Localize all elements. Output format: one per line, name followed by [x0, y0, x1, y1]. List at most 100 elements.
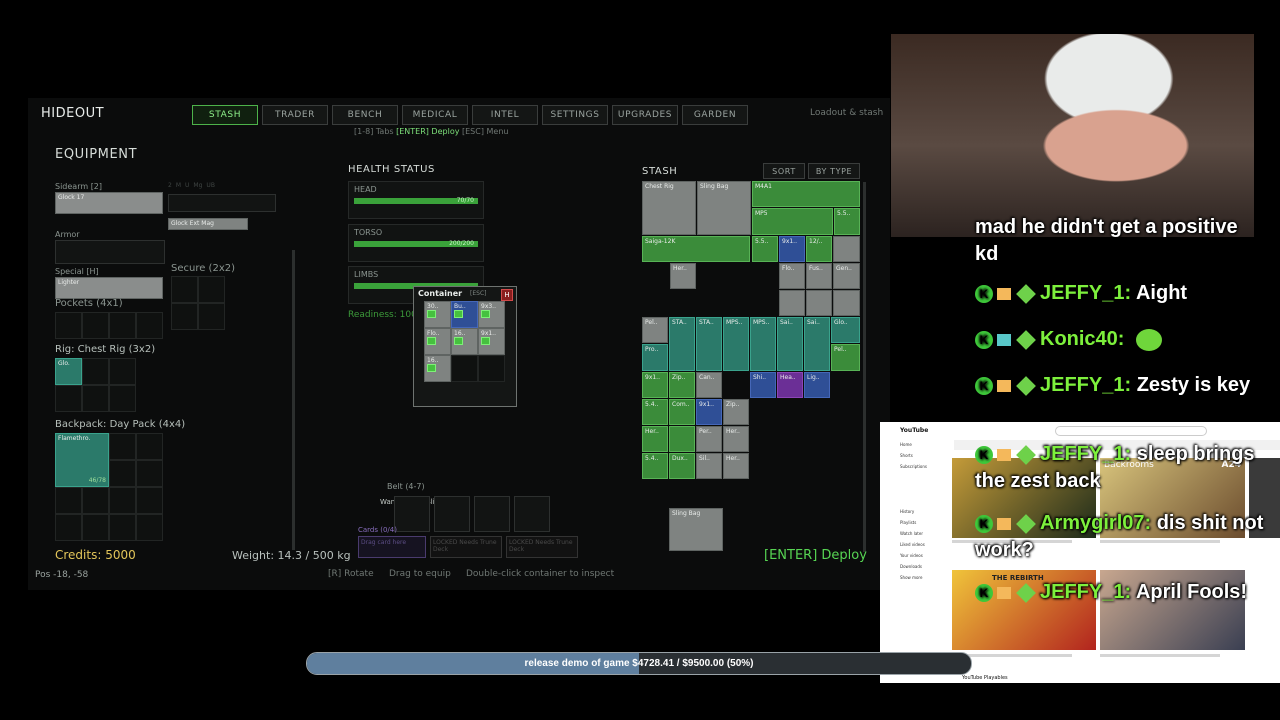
stash-item[interactable]: 5.4..: [642, 453, 668, 479]
mag-slots[interactable]: [168, 194, 276, 212]
container-grid[interactable]: 30.. Bu.. 9x3.. Flo.. 16.. 9x1.. 16..: [424, 301, 505, 382]
stash-item[interactable]: Com..: [669, 399, 695, 425]
stash-item[interactable]: Can..: [696, 372, 722, 398]
yt-sidebar-item[interactable]: Shorts: [900, 453, 950, 458]
yt-sidebar-item[interactable]: Home: [900, 442, 950, 447]
stash-item[interactable]: 9x1..: [779, 236, 805, 262]
container-item[interactable]: 9x3..: [478, 301, 505, 328]
rig-item[interactable]: Glo.: [55, 358, 82, 385]
gift-badge-icon: [997, 448, 1011, 461]
stash-item[interactable]: STA..: [696, 317, 722, 371]
stash-item[interactable]: Her..: [723, 426, 749, 452]
stash-item[interactable]: Glo..: [831, 317, 860, 343]
stash-item[interactable]: Saiga-12K: [642, 236, 750, 262]
card-drop-slot[interactable]: Drag card here: [358, 536, 426, 558]
stash-item[interactable]: Chest Rig: [642, 181, 696, 235]
stash-item[interactable]: Per..: [696, 426, 722, 452]
rig-grid[interactable]: Glo.: [55, 358, 136, 412]
stash-item[interactable]: Pel..: [831, 344, 860, 371]
yt-sidebar-item[interactable]: Liked videos: [900, 542, 950, 547]
stash-grid[interactable]: Chest Rig Sling Bag M4A1 MP5 5.5.. Saiga…: [642, 181, 860, 551]
tab-settings[interactable]: SETTINGS: [542, 105, 608, 125]
chat-message: K JEFFY_1: April Fools!: [975, 579, 1265, 606]
special-slot[interactable]: Lighter: [55, 277, 163, 299]
container-item[interactable]: 16..: [451, 328, 478, 355]
yt-sidebar-item[interactable]: Your videos: [900, 553, 950, 558]
stash-item[interactable]: M4A1: [752, 181, 860, 207]
stash-item[interactable]: Sling Bag: [669, 508, 723, 551]
stash-item[interactable]: Sil..: [696, 453, 722, 479]
yt-sidebar-item[interactable]: Playlists: [900, 520, 950, 525]
tab-trader[interactable]: TRADER: [262, 105, 328, 125]
stash-item[interactable]: Zip..: [669, 372, 695, 398]
stash-item[interactable]: Pro..: [642, 344, 668, 371]
container-popup[interactable]: Container [ESC] H 30.. Bu.. 9x3.. Flo.. …: [413, 286, 517, 407]
yt-search-input[interactable]: [1055, 426, 1207, 436]
stash-item[interactable]: Her..: [670, 263, 696, 289]
stash-item[interactable]: MP5: [752, 208, 833, 235]
stash-item[interactable]: 5.5..: [752, 236, 778, 262]
stash-item[interactable]: Her..: [642, 426, 668, 452]
torso-label: TORSO: [354, 228, 383, 237]
yt-sidebar-item[interactable]: Downloads: [900, 564, 950, 569]
stash-item[interactable]: Dux..: [669, 453, 695, 479]
stash-item[interactable]: 5.5..: [834, 208, 860, 235]
stash-item[interactable]: Lig..: [804, 372, 830, 398]
stash-item[interactable]: 12/..: [806, 236, 832, 262]
stash-item[interactable]: [833, 290, 860, 316]
tab-upgrades[interactable]: UPGRADES: [612, 105, 678, 125]
belt-slots[interactable]: [394, 496, 550, 532]
tab-stash[interactable]: STASH: [192, 105, 258, 125]
stash-item[interactable]: Her..: [723, 453, 749, 479]
stash-item[interactable]: 5.4..: [642, 399, 668, 425]
tab-medical[interactable]: MEDICAL: [402, 105, 468, 125]
stash-item[interactable]: Sai..: [777, 317, 803, 371]
stash-item[interactable]: Fus..: [806, 263, 832, 289]
stash-item[interactable]: MPS..: [723, 317, 749, 371]
pockets-grid[interactable]: [55, 312, 163, 339]
yt-sidebar-item[interactable]: Watch later: [900, 531, 950, 536]
secure-grid[interactable]: [171, 276, 225, 330]
container-close-button[interactable]: H: [501, 289, 513, 301]
container-item[interactable]: 30..: [424, 301, 451, 328]
stash-item[interactable]: Shi..: [750, 372, 776, 398]
stash-item[interactable]: Flo..: [779, 263, 805, 289]
stash-item[interactable]: 9x1..: [642, 372, 668, 398]
stash-item[interactable]: [669, 426, 695, 452]
belt-label: Belt (4-7): [387, 482, 425, 491]
mag-item[interactable]: Glock Ext Mag: [168, 218, 248, 230]
tab-intel[interactable]: INTEL: [472, 105, 538, 125]
stash-item[interactable]: Hea..: [777, 372, 803, 398]
tab-garden[interactable]: GARDEN: [682, 105, 748, 125]
stash-item[interactable]: Gen..: [833, 263, 860, 289]
stash-scrollbar[interactable]: [863, 182, 866, 552]
backpack-grid[interactable]: Flamethro. 46/78: [55, 433, 163, 541]
container-item[interactable]: Flo..: [424, 328, 451, 355]
kick-badge-icon: K: [975, 376, 993, 395]
yt-sidebar-item[interactable]: Show more: [900, 575, 950, 580]
stash-item[interactable]: [779, 290, 805, 316]
stash-item[interactable]: [833, 236, 860, 262]
tab-bench[interactable]: BENCH: [332, 105, 398, 125]
sidearm-slot[interactable]: Glock 17: [55, 192, 163, 214]
armor-slot[interactable]: [55, 240, 165, 264]
container-item[interactable]: 9x1..: [478, 328, 505, 355]
container-item[interactable]: 16..: [424, 355, 451, 382]
stash-item[interactable]: 9x1..: [696, 399, 722, 425]
stash-item[interactable]: Zip..: [723, 399, 749, 425]
yt-sidebar-item[interactable]: Subscriptions: [900, 464, 950, 469]
yt-sidebar-item[interactable]: History: [900, 509, 950, 514]
stash-item[interactable]: Sling Bag: [697, 181, 751, 235]
stash-item[interactable]: MPS..: [750, 317, 776, 371]
equipment-scrollbar[interactable]: [292, 250, 295, 550]
stash-item[interactable]: STA..: [669, 317, 695, 371]
container-item[interactable]: Bu..: [451, 301, 478, 328]
stash-item[interactable]: [806, 290, 832, 316]
by-type-button[interactable]: BY TYPE: [808, 163, 860, 179]
backpack-item[interactable]: Flamethro. 46/78: [55, 433, 109, 487]
deploy-button[interactable]: [ENTER] Deploy: [764, 548, 867, 563]
stash-item[interactable]: Pel..: [642, 317, 668, 343]
youtube-logo[interactable]: YouTube: [900, 427, 950, 434]
stash-item[interactable]: Sai..: [804, 317, 830, 371]
sort-button[interactable]: SORT: [763, 163, 805, 179]
